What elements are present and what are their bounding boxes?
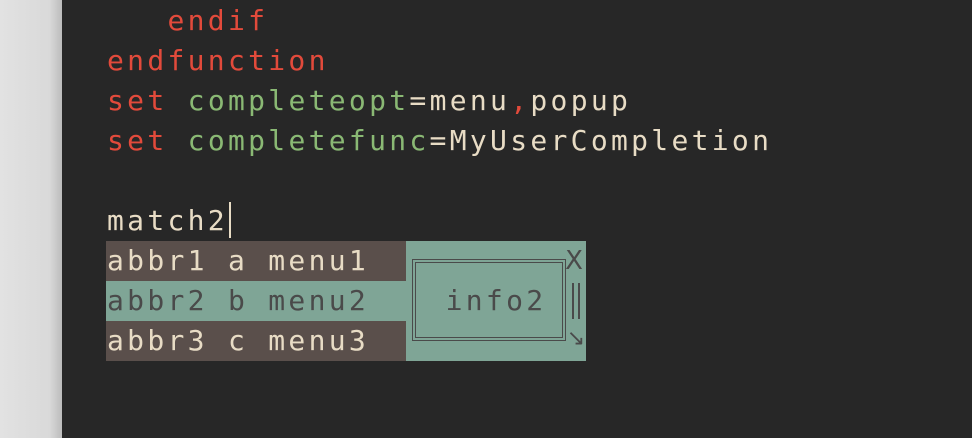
left-gutter — [0, 0, 62, 438]
code-line-endfunction: endfunction — [107, 41, 329, 81]
keyword: endfunction — [107, 44, 329, 77]
keyword: endif — [167, 4, 269, 37]
info-popup-text: info2 — [445, 284, 547, 317]
typed-text: match2 — [107, 204, 228, 237]
equals-sign: = — [429, 124, 450, 157]
option-value: menu — [429, 84, 511, 117]
info-popup: info2 X ↘ — [406, 241, 586, 361]
comma: , — [510, 84, 531, 117]
close-icon[interactable]: X — [564, 247, 584, 275]
code-line-current[interactable]: match2 — [107, 201, 231, 241]
option-value: popup — [530, 84, 632, 117]
completion-menu[interactable]: abbr1 a menu1 abbr2 b menu2 abbr3 c menu… — [106, 241, 406, 361]
text-cursor — [228, 202, 231, 238]
option-name: completefunc — [187, 124, 430, 157]
completion-item[interactable]: abbr1 a menu1 — [106, 241, 406, 281]
option-name: completeopt — [187, 84, 410, 117]
info-popup-scrollbar[interactable] — [572, 283, 580, 319]
code-line-endif: endif — [107, 1, 268, 41]
code-line-completeopt: set completeopt=menu,popup — [107, 81, 631, 121]
keyword: set — [107, 124, 168, 157]
option-value: MyUserCompletion — [449, 124, 773, 157]
keyword: set — [107, 84, 168, 117]
code-line-completefunc: set completefunc=MyUserCompletion — [107, 121, 772, 161]
equals-sign: = — [409, 84, 430, 117]
completion-item-selected[interactable]: abbr2 b menu2 — [106, 281, 406, 321]
completion-item[interactable]: abbr3 c menu3 — [106, 321, 406, 361]
resize-icon[interactable]: ↘ — [564, 327, 588, 351]
